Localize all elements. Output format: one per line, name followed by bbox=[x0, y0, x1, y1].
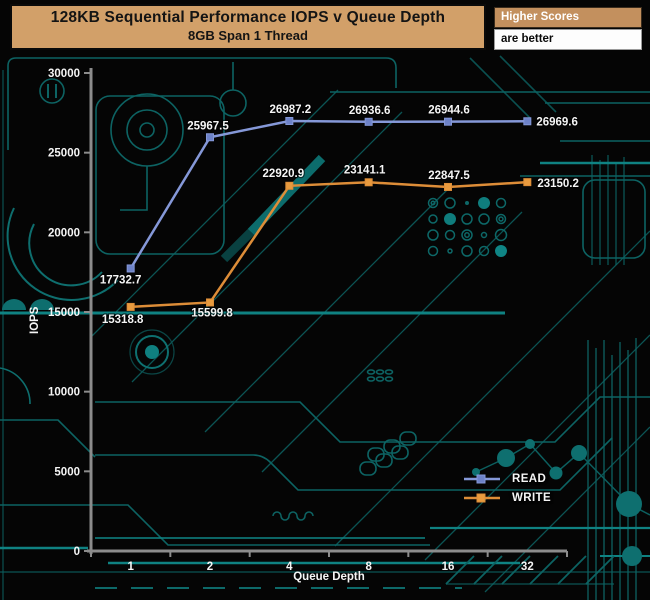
read-data-label: 25967.5 bbox=[187, 120, 229, 132]
write-data-point-marker bbox=[126, 302, 135, 311]
read-data-point-marker bbox=[364, 117, 373, 126]
data-series bbox=[126, 117, 532, 311]
write-legend-sample-icon bbox=[464, 493, 500, 502]
read-data-label: 26987.2 bbox=[270, 104, 312, 116]
read-data-label: 26944.6 bbox=[428, 105, 470, 117]
read-data-point-marker bbox=[126, 264, 135, 273]
x-tick-label: 1 bbox=[127, 561, 134, 573]
y-tick-label: 15000 bbox=[48, 307, 80, 319]
legend-label-write: WRITE bbox=[512, 491, 552, 504]
write-data-point-marker bbox=[444, 182, 452, 191]
chart-legend: READ WRITE bbox=[462, 469, 551, 507]
write-data-point-marker bbox=[285, 181, 294, 190]
data-labels: 17732.7 25967.5 26987.2 26936.6 26944.6 26969… bbox=[99, 103, 581, 327]
read-data-point-marker bbox=[523, 117, 532, 126]
write-data-label: 22847.5 bbox=[428, 170, 470, 182]
legend-item-write: WRITE bbox=[462, 488, 551, 507]
write-data-label: 23141.1 bbox=[344, 164, 386, 176]
x-tick-label: 32 bbox=[521, 561, 534, 573]
legend-label-read: READ bbox=[512, 472, 547, 485]
write-data-point-marker bbox=[206, 298, 214, 307]
x-tick-label: 2 bbox=[207, 561, 213, 573]
x-tick-label: 8 bbox=[365, 561, 372, 573]
read-data-point-marker bbox=[206, 133, 214, 142]
y-tick-label: 0 bbox=[74, 546, 80, 558]
write-series-line bbox=[130, 180, 528, 309]
x-axis-title: Queue Depth bbox=[293, 571, 365, 583]
read-data-point-marker bbox=[444, 117, 452, 126]
write-data-point-marker bbox=[523, 178, 532, 187]
y-axis-ticks: 0 5000 10000 15000 20000 25000 30000 bbox=[48, 68, 91, 558]
write-data-label: 15599.8 bbox=[191, 307, 233, 319]
iops-line-chart: 050001000015000200002500030000 1 2 4 8 16 32 … bbox=[29, 68, 581, 583]
read-data-label: 26936.6 bbox=[349, 105, 391, 117]
y-tick-label: 25000 bbox=[48, 148, 80, 160]
x-tick-label: 16 bbox=[442, 561, 455, 573]
read-data-label: 26969.6 bbox=[536, 116, 578, 128]
y-tick-label: 10000 bbox=[48, 387, 80, 399]
chart-page: 128KB Sequential Performance IOPS v Queu… bbox=[0, 0, 650, 600]
read-data-point-marker bbox=[285, 117, 294, 126]
read-series-line bbox=[129, 119, 528, 270]
write-data-label: 23150.2 bbox=[537, 178, 579, 190]
read-data-label: 17732.7 bbox=[100, 274, 142, 286]
y-axis-title: IOPS bbox=[29, 306, 41, 334]
legend-item-read: READ bbox=[462, 469, 551, 488]
y-tick-label: 30000 bbox=[48, 68, 80, 80]
write-data-point-marker bbox=[364, 178, 373, 187]
write-data-label: 15318.8 bbox=[102, 314, 144, 326]
y-tick-label: 5000 bbox=[54, 466, 80, 478]
read-legend-sample-icon bbox=[464, 474, 500, 483]
y-tick-label: 20000 bbox=[48, 227, 80, 239]
x-axis-ticks: 1 2 4 8 16 32 bbox=[90, 551, 568, 573]
x-tick-label: 4 bbox=[286, 561, 293, 573]
write-data-label: 22920.9 bbox=[263, 168, 305, 180]
